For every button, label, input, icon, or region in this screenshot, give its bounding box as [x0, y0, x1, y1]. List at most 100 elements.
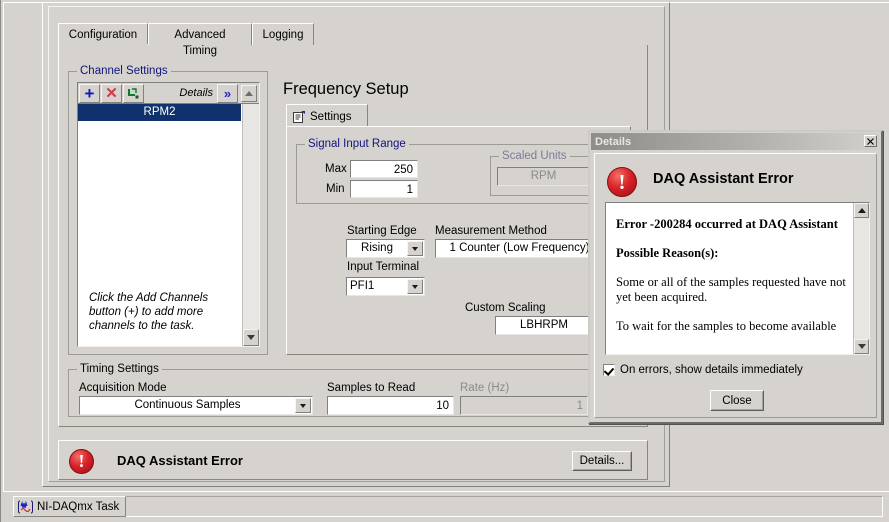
- tab-logging[interactable]: Logging: [252, 23, 314, 45]
- bottom-tab-bar: NI-DAQmx Task: [3, 491, 889, 522]
- channel-settings-title: Channel Settings: [77, 65, 171, 77]
- error-banner: ! DAQ Assistant Error Details...: [58, 440, 648, 480]
- close-x-icon: [867, 137, 874, 145]
- tab-selected-seam: [59, 44, 148, 46]
- acquisition-mode-combo[interactable]: Continuous Samples: [79, 396, 313, 415]
- details-dialog-close-icon[interactable]: [864, 135, 877, 147]
- bottom-tab-label: NI-DAQmx Task: [37, 500, 120, 513]
- frequency-setup-title: Frequency Setup: [283, 80, 409, 98]
- acquisition-mode-dropdown-arrow[interactable]: [295, 398, 311, 413]
- custom-scaling-label: Custom Scaling: [465, 302, 546, 314]
- error-icon: !: [69, 449, 94, 474]
- triangle-down-icon: [857, 344, 866, 349]
- triangle-down-icon: [247, 335, 255, 340]
- measurement-method-label: Measurement Method: [435, 225, 547, 237]
- tab-logging-label: Logging: [262, 29, 304, 41]
- move-channel-button[interactable]: [123, 83, 144, 103]
- show-details-checkbox-row[interactable]: On errors, show details immediately: [603, 364, 803, 376]
- daq-assistant-window: Configuration Advanced Timing Logging Ch…: [42, 2, 670, 487]
- channel-toolbar: + ✕ Details »: [78, 83, 259, 104]
- channel-details-label: Details: [179, 87, 213, 99]
- add-channel-button[interactable]: +: [79, 83, 100, 103]
- chevron-down-icon: [300, 403, 306, 408]
- dialog-text-scrollbar[interactable]: [853, 203, 869, 354]
- custom-scaling-value: LBHRPM: [520, 319, 568, 331]
- min-value-field[interactable]: 1: [350, 180, 418, 198]
- tab-advanced-timing[interactable]: Advanced Timing: [148, 23, 252, 57]
- dialog-error-text: Error -200284 occurred at DAQ Assistant …: [616, 217, 851, 348]
- bottom-tab-bar-rest: [121, 496, 883, 517]
- max-value-field[interactable]: 250: [350, 160, 418, 178]
- details-dialog: Details ! DAQ Assistant Error Error -200…: [588, 130, 883, 424]
- expand-details-button[interactable]: »: [217, 83, 238, 103]
- channel-scroll-down-button[interactable]: [243, 329, 259, 346]
- channel-settings-group: Channel Settings + ✕ Details » RPM2 Clic…: [68, 65, 268, 355]
- channel-list-scrollbar[interactable]: [242, 104, 259, 346]
- details-button[interactable]: Details...: [572, 451, 632, 471]
- bottom-tab-ni-daqmx-task[interactable]: NI-DAQmx Task: [13, 496, 127, 517]
- input-terminal-combo[interactable]: PFI1: [346, 277, 425, 296]
- ni-daqmx-task-icon: [18, 500, 33, 513]
- dialog-error-textbox[interactable]: Error -200284 occurred at DAQ Assistant …: [605, 202, 870, 355]
- settings-tab-strip: Settings: [286, 104, 631, 126]
- tab-settings[interactable]: Settings: [286, 104, 368, 126]
- dialog-error-line2: Possible Reason(s):: [616, 246, 719, 260]
- chevron-down-icon: [412, 284, 418, 289]
- starting-edge-label: Starting Edge: [347, 225, 417, 237]
- min-label: Min: [326, 183, 345, 195]
- dialog-close-button-label: Close: [722, 394, 752, 407]
- dialog-scroll-up-button[interactable]: [854, 203, 869, 218]
- error-banner-text: DAQ Assistant Error: [117, 453, 243, 468]
- tab-configuration-label: Configuration: [68, 29, 138, 41]
- starting-edge-dropdown-arrow[interactable]: [407, 241, 423, 256]
- tab-configuration[interactable]: Configuration: [58, 23, 148, 45]
- screen-root: Frequency (in Hz) = Counter Timebase Rat…: [0, 0, 889, 522]
- show-details-checkbox-label: On errors, show details immediately: [620, 364, 803, 376]
- details-dialog-title: Details: [595, 135, 632, 148]
- x-icon: ✕: [105, 84, 118, 102]
- plus-icon: +: [84, 83, 95, 103]
- dialog-close-button-inner: Close: [711, 391, 763, 410]
- show-details-checkbox[interactable]: [603, 364, 615, 376]
- settings-page-icon: [293, 111, 305, 123]
- details-button-label: Details...: [579, 455, 625, 467]
- channel-list-box: + ✕ Details » RPM2 Click the Add Channel…: [77, 82, 260, 347]
- details-dialog-titlebar[interactable]: Details: [591, 133, 880, 150]
- measurement-method-value: 1 Counter (Low Frequency): [449, 242, 590, 254]
- timing-settings-title: Timing Settings: [77, 363, 162, 375]
- dialog-error-line1: Error -200284 occurred at DAQ Assistant: [616, 217, 838, 231]
- samples-to-read-field[interactable]: 10: [327, 396, 454, 415]
- channel-scroll-up-button[interactable]: [241, 84, 257, 102]
- min-value-text: 1: [406, 184, 413, 196]
- input-terminal-dropdown-arrow[interactable]: [407, 279, 423, 294]
- channel-list-item-label: RPM2: [143, 106, 176, 118]
- rate-hz-value: 1: [576, 400, 583, 412]
- channel-add-hint: Click the Add Channels button (+) to add…: [89, 292, 209, 332]
- acquisition-mode-value: Continuous Samples: [134, 399, 241, 411]
- triangle-up-icon: [245, 90, 253, 96]
- scaled-units-value: RPM: [530, 170, 557, 182]
- channel-list-item-rpm2[interactable]: RPM2: [78, 104, 241, 121]
- input-terminal-value: PFI1: [350, 280, 375, 292]
- starting-edge-combo[interactable]: Rising: [346, 239, 425, 258]
- samples-to-read-value: 10: [436, 400, 449, 412]
- dialog-error-heading: DAQ Assistant Error: [653, 171, 794, 187]
- chevron-down-icon: [412, 246, 418, 251]
- dialog-scroll-down-button[interactable]: [854, 339, 869, 354]
- dialog-close-button[interactable]: Close: [710, 390, 764, 411]
- dialog-error-icon: !: [607, 167, 637, 197]
- max-value-text: 250: [393, 164, 413, 176]
- signal-input-range-title: Signal Input Range: [305, 138, 409, 150]
- details-dialog-body: ! DAQ Assistant Error Error -200284 occu…: [594, 153, 877, 418]
- tab-settings-label: Settings: [310, 111, 352, 123]
- rate-hz-field: 1: [460, 396, 588, 415]
- chevron-right-double-icon: »: [223, 85, 232, 101]
- delete-channel-button[interactable]: ✕: [101, 83, 122, 103]
- green-arrow-icon: [128, 87, 139, 98]
- scaled-units-title: Scaled Units: [499, 150, 570, 162]
- dialog-error-line3: Some or all of the samples requested hav…: [616, 275, 846, 304]
- max-label: Max: [325, 163, 347, 175]
- input-terminal-label: Input Terminal: [347, 261, 420, 273]
- samples-to-read-label: Samples to Read: [327, 382, 416, 394]
- details-button-inner: Details...: [573, 452, 631, 470]
